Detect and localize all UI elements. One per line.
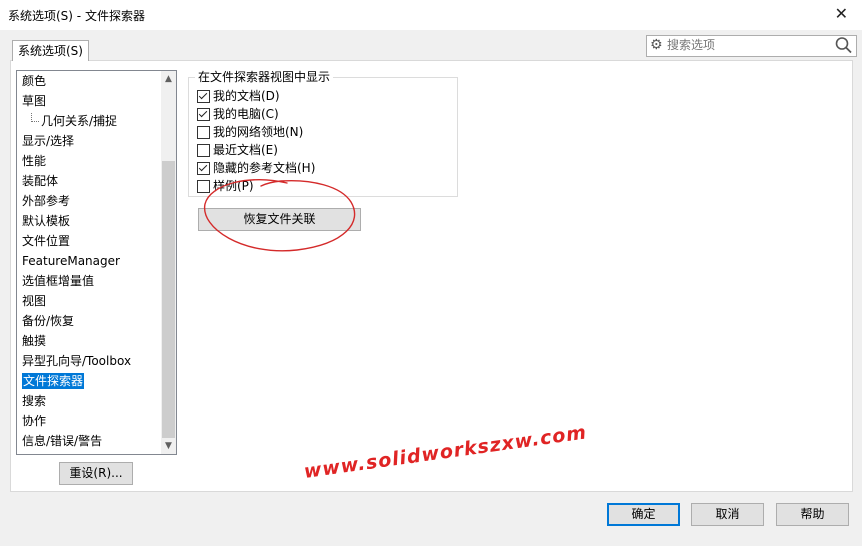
category-label: 显示/选择 <box>22 134 75 148</box>
option-label: 我的电脑(C) <box>213 107 279 121</box>
category-label: 颜色 <box>22 74 47 88</box>
category-label: 搜索 <box>22 394 47 408</box>
category-label: 外部参考 <box>22 194 71 208</box>
category-item[interactable]: 文件探索器 <box>17 371 161 391</box>
category-item[interactable]: 备份/恢复 <box>17 311 161 331</box>
window-title: 系统选项(S) - 文件探索器 <box>8 9 145 23</box>
category-label: 草图 <box>22 94 47 108</box>
scroll-down-icon[interactable]: ▼ <box>161 438 176 454</box>
tree-connector <box>31 113 39 122</box>
option-checkbox[interactable] <box>197 144 210 157</box>
option-checkbox[interactable] <box>197 90 210 103</box>
option-checkbox[interactable] <box>197 126 210 139</box>
annotation-circle <box>204 179 356 252</box>
category-label: 异型孔向导/Toolbox <box>22 354 132 368</box>
category-item[interactable]: 文件位置 <box>17 231 161 251</box>
category-label: 默认模板 <box>22 214 71 228</box>
help-button[interactable]: 帮助 <box>776 503 849 526</box>
category-item[interactable]: FeatureManager <box>17 251 161 271</box>
scroll-thumb[interactable] <box>162 161 175 438</box>
category-item[interactable]: 选值框增量值 <box>17 271 161 291</box>
category-label: 文件位置 <box>22 234 71 248</box>
category-item[interactable]: 性能 <box>17 151 161 171</box>
category-item[interactable]: 颜色 <box>17 71 161 91</box>
category-label: 选值框增量值 <box>22 274 95 288</box>
tab-system-options[interactable]: 系统选项(S) <box>12 40 89 61</box>
gear-icon[interactable]: ⚙ <box>650 37 663 53</box>
group-title: 在文件探索器视图中显示 <box>195 68 334 85</box>
category-label: 信息/错误/警告 <box>22 434 103 448</box>
category-label: 几何关系/捕捉 <box>41 114 118 128</box>
category-label: FeatureManager <box>22 254 120 268</box>
scroll-up-icon[interactable]: ▲ <box>161 71 176 87</box>
scrollbar[interactable]: ▲ ▼ <box>161 71 176 454</box>
category-list[interactable]: 颜色草图几何关系/捕捉显示/选择性能装配体外部参考默认模板文件位置 Feature… <box>16 70 177 455</box>
search-input[interactable] <box>667 37 827 53</box>
category-item[interactable]: 默认模板 <box>17 211 161 231</box>
reset-button[interactable]: 重设(R)... <box>59 462 133 485</box>
category-item[interactable]: 显示/选择 <box>17 131 161 151</box>
option-checkbox[interactable] <box>197 108 210 121</box>
option-label: 最近文档(E) <box>213 143 278 157</box>
category-item[interactable]: 视图 <box>17 291 161 311</box>
title-bar: 系统选项(S) - 文件探索器 ✕ <box>0 0 862 30</box>
search-box[interactable]: ⚙ <box>646 35 857 57</box>
option-label: 我的网络领地(N) <box>213 125 304 139</box>
option-label: 我的文档(D) <box>213 89 280 103</box>
category-item[interactable]: 搜索 <box>17 391 161 411</box>
category-label: 协作 <box>22 414 47 428</box>
category-item[interactable]: 装配体 <box>17 171 161 191</box>
category-item[interactable]: 协作 <box>17 411 161 431</box>
category-items: 颜色草图几何关系/捕捉显示/选择性能装配体外部参考默认模板文件位置 Feature… <box>17 71 161 451</box>
category-item[interactable]: 草图 <box>17 91 161 111</box>
search-icon[interactable] <box>834 36 854 57</box>
ok-button[interactable]: 确定 <box>607 503 680 526</box>
category-item[interactable]: 异型孔向导/Toolbox <box>17 351 161 371</box>
category-item[interactable]: 外部参考 <box>17 191 161 211</box>
category-item[interactable]: 信息/错误/警告 <box>17 431 161 451</box>
category-label: 触摸 <box>22 334 47 348</box>
category-item[interactable]: 触摸 <box>17 331 161 351</box>
category-label: 装配体 <box>22 174 59 188</box>
category-label: 性能 <box>22 154 47 168</box>
cancel-button[interactable]: 取消 <box>691 503 764 526</box>
category-item[interactable]: 几何关系/捕捉 <box>17 111 161 131</box>
category-label: 备份/恢复 <box>22 314 75 328</box>
close-icon[interactable]: ✕ <box>835 4 848 24</box>
category-label: 文件探索器 <box>22 373 85 389</box>
category-label: 视图 <box>22 294 47 308</box>
